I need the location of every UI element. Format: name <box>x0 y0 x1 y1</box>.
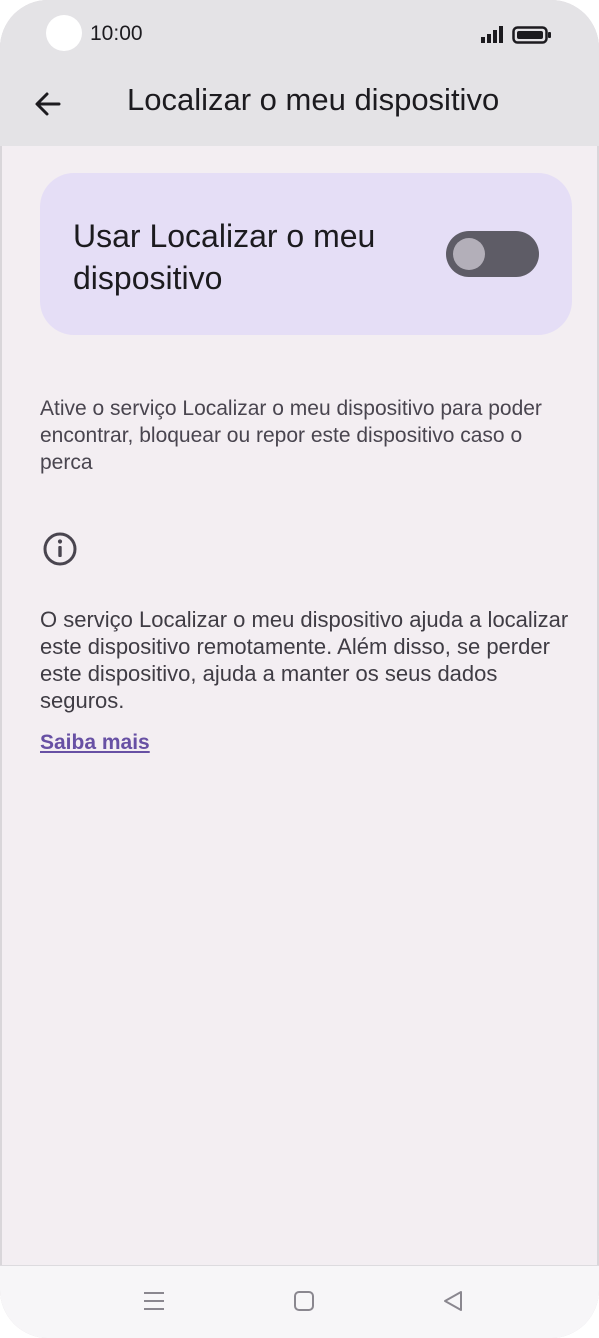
page-title: Localizar o meu dispositivo <box>127 82 500 117</box>
info-icon <box>42 531 78 572</box>
status-time: 10:00 <box>90 22 143 45</box>
menu-icon <box>142 1290 166 1317</box>
switch-knob <box>453 238 485 270</box>
back-nav-button[interactable] <box>433 1286 473 1320</box>
camera-cutout <box>46 15 82 51</box>
toggle-label: Usar Localizar o meu dispositivo <box>73 218 376 296</box>
arrow-left-icon <box>33 89 63 124</box>
info-text: O serviço Localizar o meu dispositivo aj… <box>40 607 569 713</box>
use-find-my-device-toggle-card[interactable]: Usar Localizar o meu dispositivo <box>40 173 572 335</box>
recent-apps-button[interactable] <box>134 1286 174 1320</box>
learn-more-link[interactable]: Saiba mais <box>40 731 150 755</box>
status-bar: 10:00 <box>0 0 599 70</box>
app-bar: Localizar o meu dispositivo <box>0 70 599 146</box>
navigation-bar <box>0 1265 599 1338</box>
back-button[interactable] <box>24 82 72 130</box>
back-triangle-icon <box>441 1289 465 1318</box>
phone-screen: 10:00 Localizar o meu dispositivo Usar L… <box>0 0 599 1338</box>
home-button[interactable] <box>284 1286 324 1320</box>
home-icon <box>292 1289 316 1318</box>
battery-icon <box>512 26 552 49</box>
find-my-device-switch[interactable] <box>446 231 539 277</box>
signal-icon <box>480 25 506 48</box>
service-description: Ative o serviço Localizar o meu disposit… <box>40 397 542 474</box>
